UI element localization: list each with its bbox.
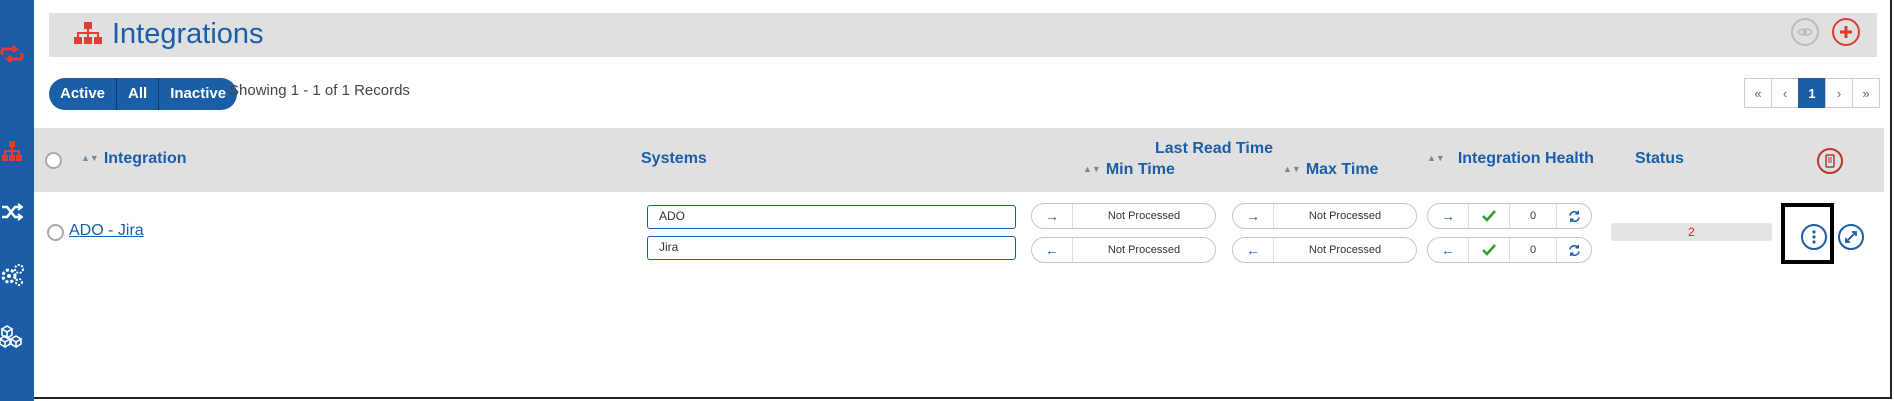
column-settings-icon[interactable] <box>1817 148 1843 174</box>
integration-column-header[interactable]: ▲▼ Integration <box>81 150 187 168</box>
max-time-pill: → Not Processed <box>1232 203 1417 229</box>
filter-inactive-button[interactable]: Inactive <box>158 78 237 110</box>
max-time-value: Not Processed <box>1308 244 1382 256</box>
sync-icon[interactable] <box>0 42 24 66</box>
pagination: « ‹ 1 › » <box>1744 78 1880 108</box>
table-header: ▲▼ Integration Systems Last Read Time ▲▼ M… <box>34 128 1884 192</box>
integration-health-pill: → 0 <box>1427 203 1592 229</box>
health-count: 0 <box>1510 238 1557 262</box>
shuffle-icon[interactable] <box>0 200 24 224</box>
select-all-radio[interactable] <box>45 152 62 169</box>
sort-icon: ▲▼ <box>1083 164 1101 174</box>
expand-icon[interactable] <box>1838 224 1864 250</box>
arrow-left-icon: ← <box>1233 238 1274 262</box>
systems-column-header: Systems <box>641 150 707 167</box>
integration-health-pill: ← 0 <box>1427 237 1592 263</box>
integrations-icon[interactable] <box>0 139 24 163</box>
max-time-column-header[interactable]: ▲▼ Max Time <box>1283 161 1378 179</box>
max-time-pill: ← Not Processed <box>1232 237 1417 263</box>
page-prev-button[interactable]: ‹ <box>1771 78 1799 108</box>
eye-icon[interactable] <box>1791 18 1819 46</box>
add-icon[interactable] <box>1832 18 1860 46</box>
page-header: Integrations <box>49 13 1877 57</box>
refresh-icon[interactable] <box>1557 204 1591 228</box>
arrow-right-icon: → <box>1428 204 1469 228</box>
sort-icon: ▲▼ <box>1283 164 1301 174</box>
cubes-icon[interactable] <box>0 323 24 349</box>
health-count: 0 <box>1510 204 1557 228</box>
page-1-button[interactable]: 1 <box>1798 78 1826 108</box>
sort-icon: ▲▼ <box>81 153 99 163</box>
row-select-radio[interactable] <box>47 224 64 241</box>
filter-all-button[interactable]: All <box>116 78 158 110</box>
max-time-value: Not Processed <box>1308 210 1382 222</box>
last-read-time-header: Last Read Time <box>1155 140 1273 157</box>
system-field[interactable]: ADO <box>647 205 1016 229</box>
integration-health-column-header[interactable]: ▲▼ Integration Health <box>1427 150 1594 168</box>
refresh-icon[interactable] <box>1557 238 1591 262</box>
page-last-button[interactable]: » <box>1852 78 1880 108</box>
arrow-right-icon: → <box>1032 204 1073 228</box>
status-column-header: Status <box>1635 150 1684 167</box>
system-field[interactable]: Jira <box>647 236 1016 260</box>
page-title: Integrations <box>112 18 264 50</box>
min-time-value: Not Processed <box>1107 244 1181 256</box>
arrow-left-icon: ← <box>1032 238 1073 262</box>
check-icon <box>1469 204 1510 228</box>
min-time-column-header[interactable]: ▲▼ Min Time <box>1083 161 1175 179</box>
window-frame <box>34 0 1892 399</box>
check-icon <box>1469 238 1510 262</box>
status-filter-toggle: Active All Inactive <box>49 78 238 110</box>
records-count: Showing 1 - 1 of 1 Records <box>229 82 410 99</box>
sort-icon: ▲▼ <box>1427 153 1445 163</box>
sidebar <box>0 0 34 401</box>
page-first-button[interactable]: « <box>1744 78 1772 108</box>
arrow-right-icon: → <box>1233 204 1274 228</box>
more-options-icon[interactable] <box>1801 224 1827 250</box>
integration-name-link[interactable]: ADO - Jira <box>69 222 144 240</box>
min-time-value: Not Processed <box>1107 210 1181 222</box>
filter-active-button[interactable]: Active <box>49 78 116 110</box>
integrations-logo-icon <box>74 22 102 49</box>
page-next-button[interactable]: › <box>1825 78 1853 108</box>
settings-icon[interactable] <box>0 262 24 288</box>
status-badge: 2 <box>1611 223 1772 241</box>
arrow-left-icon: ← <box>1428 238 1469 262</box>
min-time-pill: → Not Processed <box>1031 203 1216 229</box>
min-time-pill: ← Not Processed <box>1031 237 1216 263</box>
